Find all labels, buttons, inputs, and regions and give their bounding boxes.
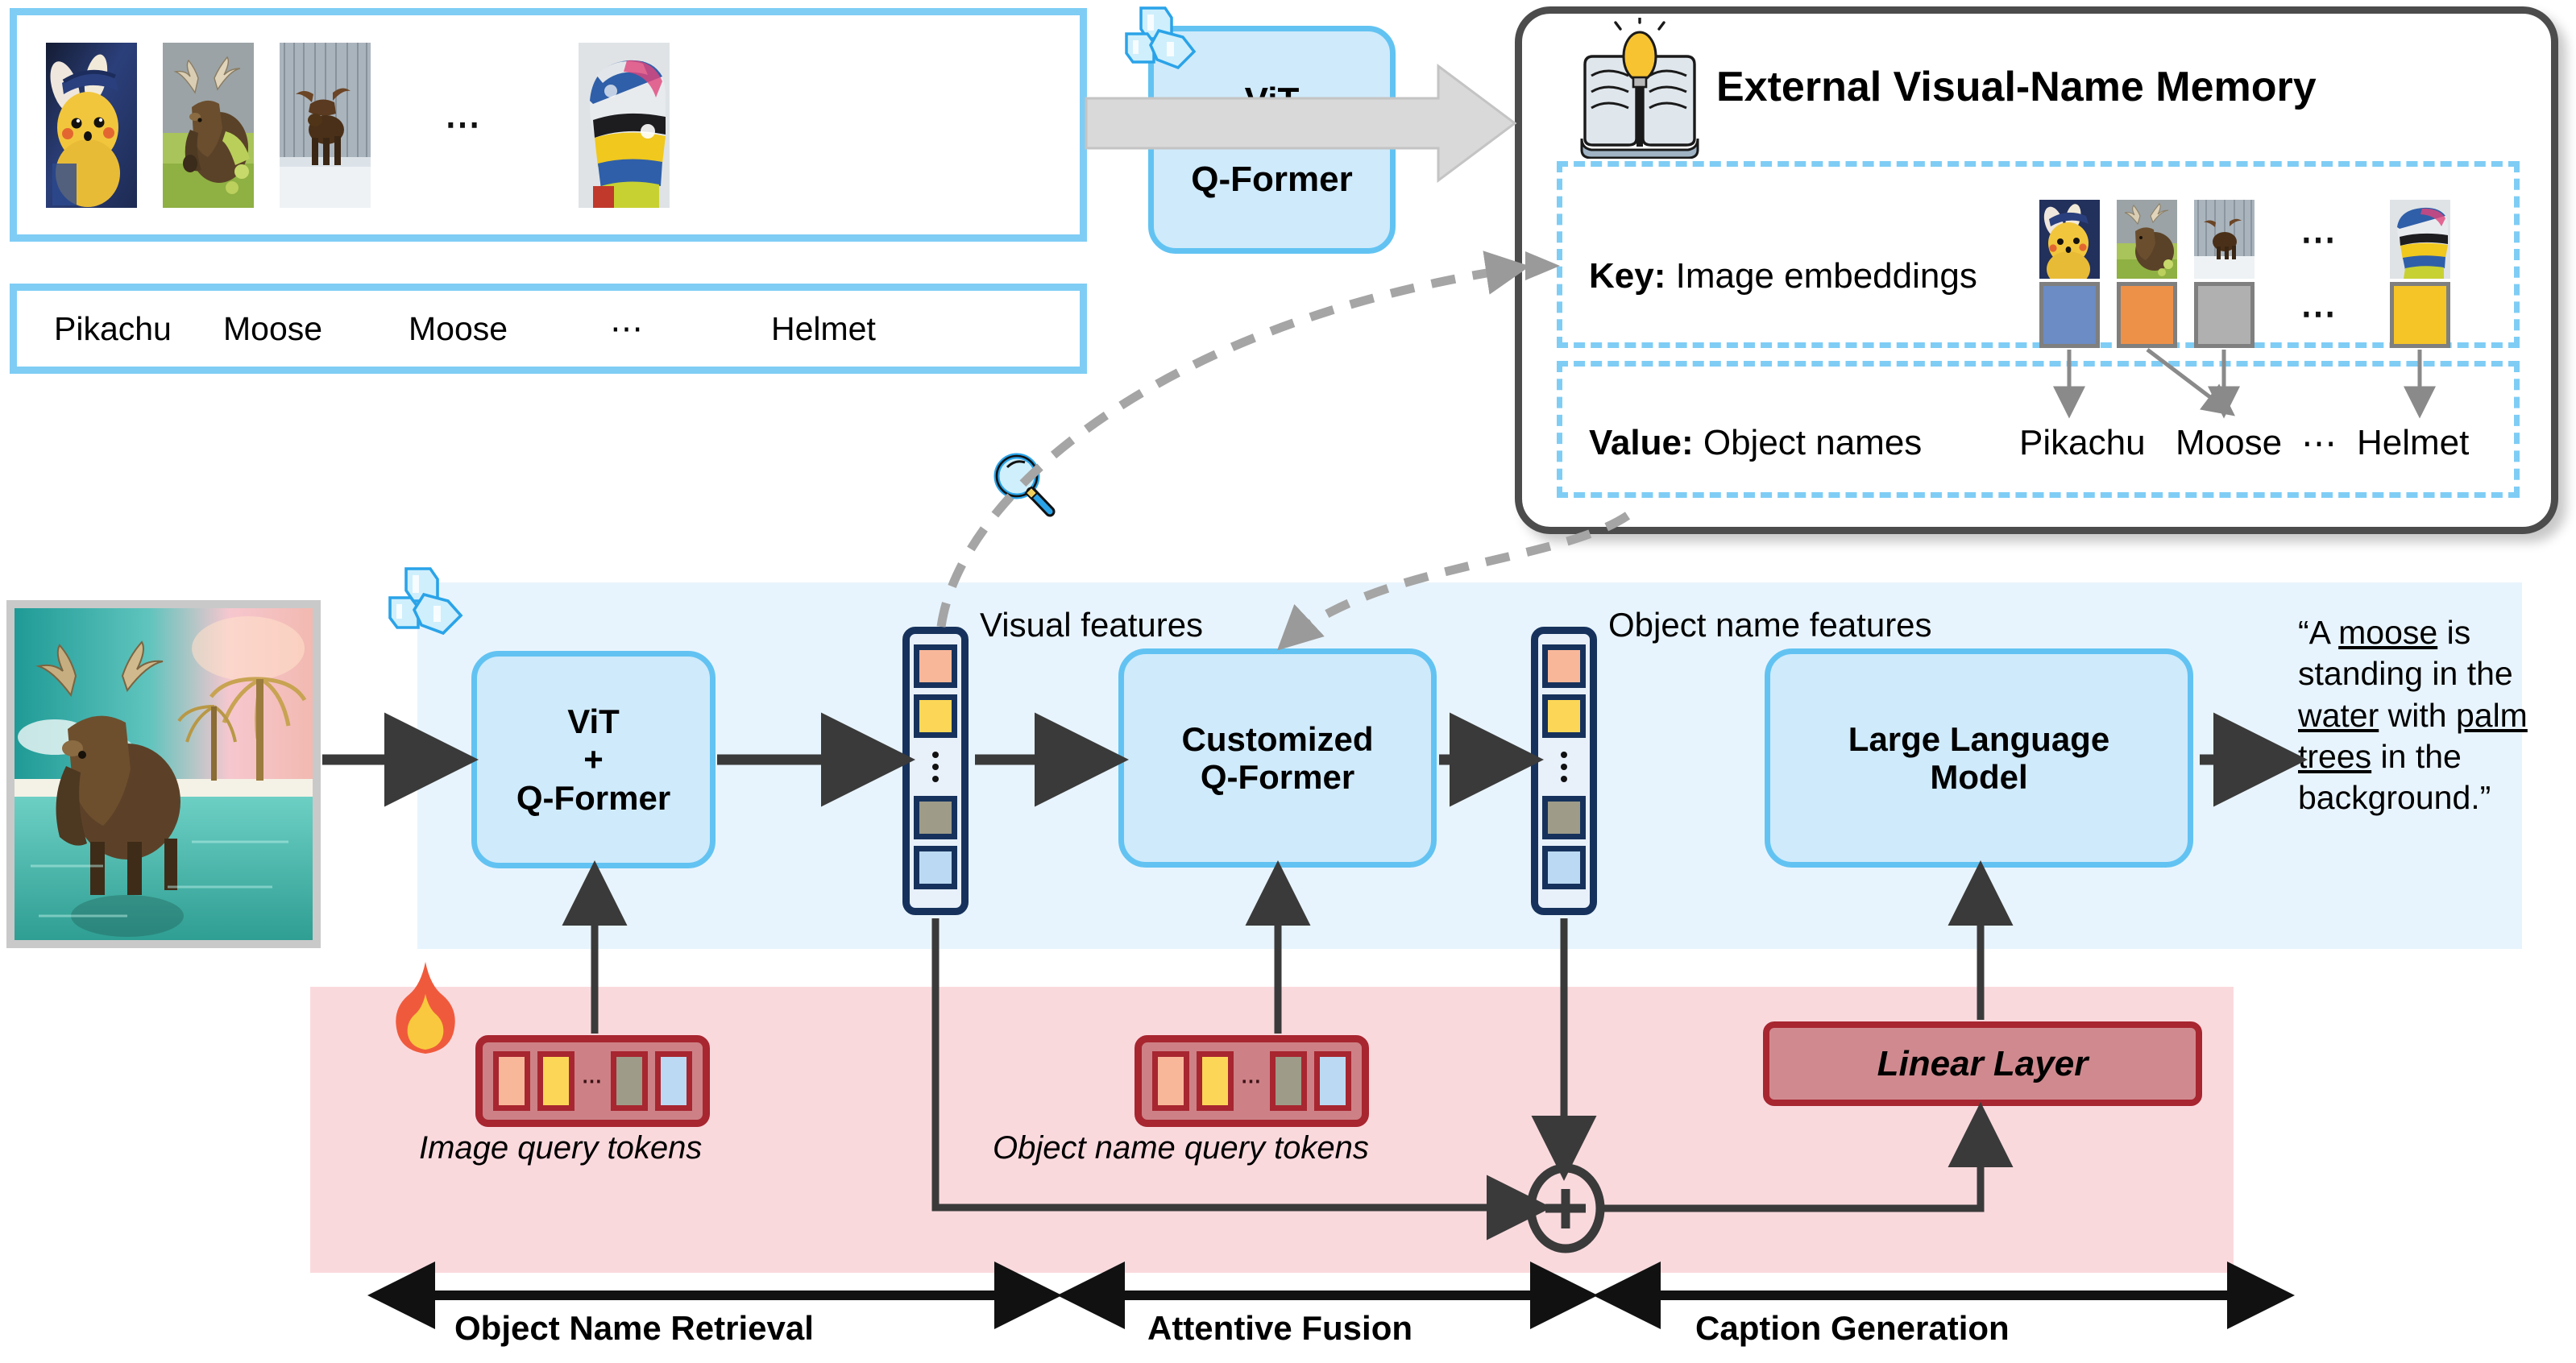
thumbnail-helmet [579, 42, 670, 208]
query-token-3 [1314, 1051, 1351, 1111]
token-cell-0 [914, 644, 957, 688]
memory-thumbnail-moose-snow [2194, 200, 2255, 279]
caption-seg-3: water [2298, 696, 2379, 734]
memory-thumbnail-moose-grass [2117, 200, 2177, 279]
thumbnail-moose-snow [280, 42, 371, 208]
linear-layer-box: Linear Layer [1763, 1021, 2202, 1106]
memory-key-label: Key: Image embeddings [1589, 256, 1977, 296]
query-token-0 [1152, 1051, 1189, 1111]
memory-value-label-rest: Object names [1693, 423, 1923, 462]
magnifier-icon [993, 453, 1056, 517]
gallery-name-3: ⋯ [610, 310, 643, 347]
query-token-0 [493, 1051, 530, 1111]
memory-value-label-bold: Value: [1589, 423, 1694, 462]
gallery-ellipsis: ⋯ [445, 105, 483, 144]
book-lightbulb-icon [1580, 18, 1699, 159]
query-token-2 [1270, 1051, 1307, 1111]
object-name-query-tokens-label: Object name query tokens [993, 1130, 1369, 1166]
stage-label-2: Caption Generation [1695, 1309, 2010, 1347]
stage-label-0: Object Name Retrieval [454, 1309, 814, 1347]
object-name-query-tokens-strip: ⋯ [1135, 1035, 1369, 1127]
memory-embedding-2 [2194, 282, 2255, 348]
query-token-ellipsis: ⋯ [582, 1070, 604, 1092]
ice-cubes-icon [1125, 6, 1197, 70]
figure-root: ⋯ Pikachu Moose Moose ⋯ Helmet ViT + Q-F… [0, 0, 2576, 1363]
memory-key-label-rest: Image embeddings [1665, 256, 1977, 296]
image-query-tokens-strip: ⋯ [475, 1035, 710, 1127]
memory-embedding-3 [2390, 282, 2450, 348]
memory-key-region [1557, 161, 2520, 348]
memory-thumbnail-helmet [2390, 200, 2450, 279]
gallery-name-0: Pikachu [54, 309, 172, 347]
stage-label-1: Attentive Fusion [1147, 1309, 1413, 1347]
flame-icon [396, 962, 455, 1054]
object-name-features-token-column [1531, 627, 1597, 915]
visual-features-label: Visual features [980, 606, 1204, 644]
visual-features-token-column [902, 627, 969, 915]
vit-qformer-module: ViT + Q-Former [471, 651, 716, 868]
memory-value-name-3: Helmet [2357, 423, 2470, 462]
memory-embedding-0 [2039, 282, 2100, 348]
token-cell-2 [1542, 796, 1586, 839]
thumbnail-pikachu [46, 42, 137, 208]
top-module-line2: + [1261, 119, 1283, 160]
caption-seg-0: “A [2298, 614, 2339, 651]
customized-qformer-line1: Customized [1181, 719, 1374, 758]
memory-embedding-1 [2117, 282, 2177, 348]
memory-value-label: Value: Object names [1589, 423, 1922, 463]
top-module-line1: ViT [1244, 80, 1300, 120]
image-query-tokens-label: Image query tokens [419, 1130, 703, 1166]
top-module-line3: Q-Former [1191, 160, 1353, 200]
frozen-stage-band [417, 582, 2522, 949]
generated-caption: “A moose is standing in the water with p… [2298, 612, 2564, 818]
memory-key-ellipsis: ⋯ [2300, 220, 2339, 259]
gallery-name-4: Helmet [771, 309, 876, 347]
memory-value-name-1: Moose [2176, 423, 2283, 462]
vit-qformer-line3: Q-Former [516, 778, 671, 817]
ice-cubes-icon [388, 567, 463, 636]
gallery-name-1: Moose [223, 309, 323, 347]
memory-thumbnail-pikachu [2039, 200, 2100, 279]
token-cell-1 [1542, 694, 1586, 738]
training-name-strip: Pikachu Moose Moose ⋯ Helmet [10, 284, 1087, 374]
query-token-3 [655, 1051, 692, 1111]
memory-embedding-ellipsis: ⋯ [2300, 294, 2339, 334]
token-cell-3 [914, 846, 957, 889]
token-cell-0 [1542, 644, 1586, 688]
query-token-1 [1197, 1051, 1234, 1111]
gallery-name-2: Moose [409, 309, 508, 347]
caption-seg-4: with [2379, 696, 2456, 734]
training-image-gallery: ⋯ [10, 8, 1087, 242]
customized-qformer-line2: Q-Former [1200, 758, 1355, 796]
query-token-ellipsis: ⋯ [1241, 1070, 1263, 1092]
query-token-2 [611, 1051, 648, 1111]
memory-panel-title: External Visual-Name Memory [1716, 64, 2317, 110]
memory-value-name-2: ⋯ [2301, 424, 2337, 463]
token-cell-3 [1542, 846, 1586, 889]
memory-value-name-0: Pikachu [2019, 423, 2146, 462]
caption-seg-1: moose [2338, 614, 2438, 651]
token-cell-2 [914, 796, 957, 839]
large-language-model-module: Large Language Model [1765, 648, 2193, 868]
token-column-ellipsis [932, 744, 939, 789]
llm-line1: Large Language [1848, 719, 2110, 758]
thumbnail-moose-grass [163, 42, 254, 208]
object-name-features-label: Object name features [1608, 606, 1932, 644]
vit-qformer-line1: ViT [567, 702, 620, 741]
token-column-ellipsis [1561, 744, 1567, 789]
vit-qformer-line2: + [583, 740, 604, 779]
llm-line2: Model [1930, 758, 2028, 796]
token-cell-1 [914, 694, 957, 738]
memory-key-label-bold: Key: [1589, 256, 1666, 296]
customized-qformer-module: Customized Q-Former [1118, 648, 1437, 868]
input-image-moose-in-water [6, 600, 321, 948]
query-token-1 [537, 1051, 575, 1111]
